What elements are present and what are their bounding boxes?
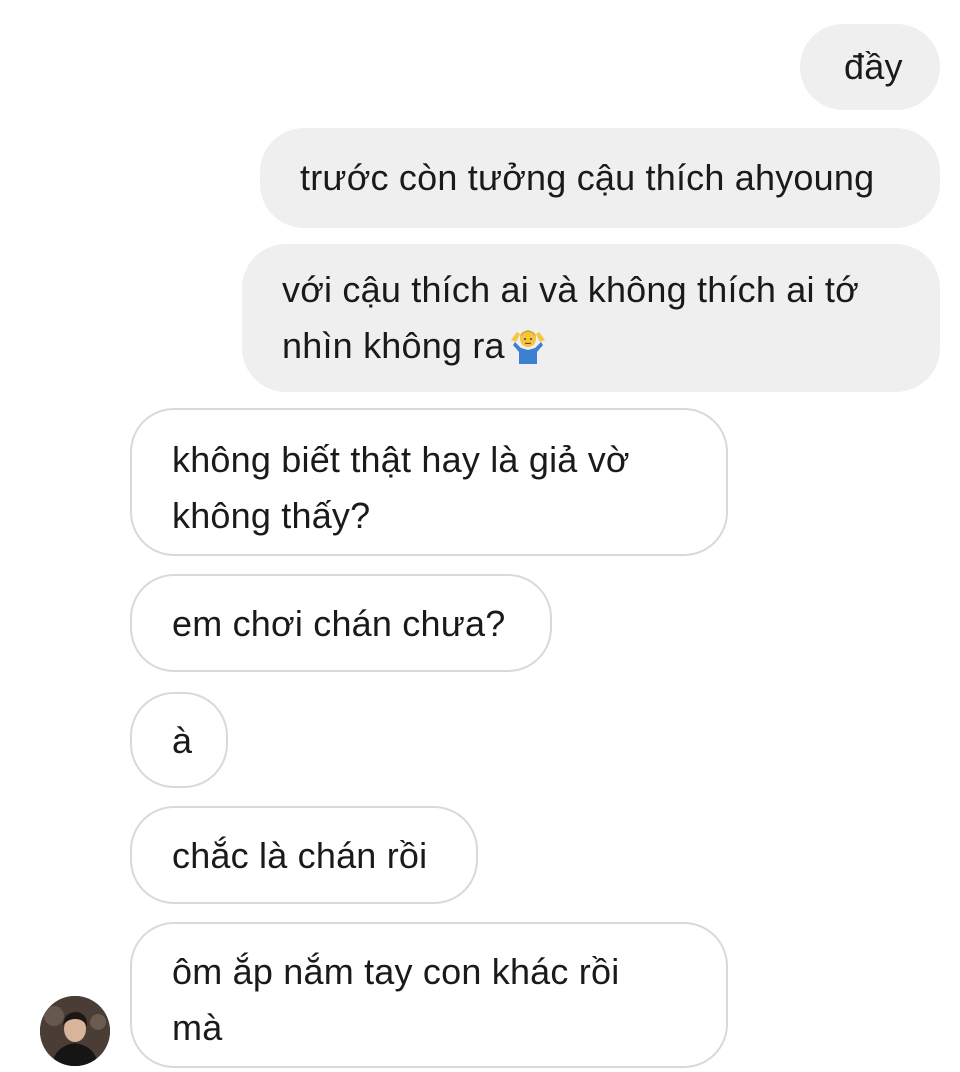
sent-message-bubble[interactable]: đầy — [800, 24, 940, 110]
person-shrugging-icon — [510, 330, 545, 364]
avatar-icon — [40, 996, 110, 1066]
message-text: mà — [172, 1007, 223, 1048]
received-message-bubble[interactable]: à — [130, 692, 228, 788]
message-text: nhìn không ra — [282, 325, 505, 366]
received-message-bubble[interactable]: chắc là chán rồi — [130, 806, 478, 904]
message-text: không thấy? — [172, 495, 371, 536]
sent-message-bubble[interactable]: với cậu thích ai và không thích ai tớ nh… — [242, 244, 940, 392]
message-text: đầy — [844, 46, 903, 87]
message-text-line-2: nhìn không ra — [282, 318, 910, 374]
message-text: ôm ắp nắm tay con khác rồi — [172, 951, 620, 992]
received-message-bubble[interactable]: em chơi chán chưa? — [130, 574, 552, 672]
message-text: chắc là chán rồi — [172, 835, 428, 876]
message-text: trước còn tưởng cậu thích ahyoung — [300, 157, 875, 198]
received-message-bubble[interactable]: ôm ắp nắm tay con khác rồi mà — [130, 922, 728, 1068]
sent-message-bubble[interactable]: trước còn tưởng cậu thích ahyoung — [260, 128, 940, 228]
message-text: với cậu thích ai và không thích ai tớ — [282, 269, 859, 310]
message-text: không biết thật hay là giả vờ — [172, 439, 630, 480]
message-text: à — [172, 720, 193, 761]
message-text: em chơi chán chưa? — [172, 603, 506, 644]
received-message-bubble[interactable]: không biết thật hay là giả vờ không thấy… — [130, 408, 728, 556]
contact-avatar[interactable] — [40, 996, 110, 1066]
